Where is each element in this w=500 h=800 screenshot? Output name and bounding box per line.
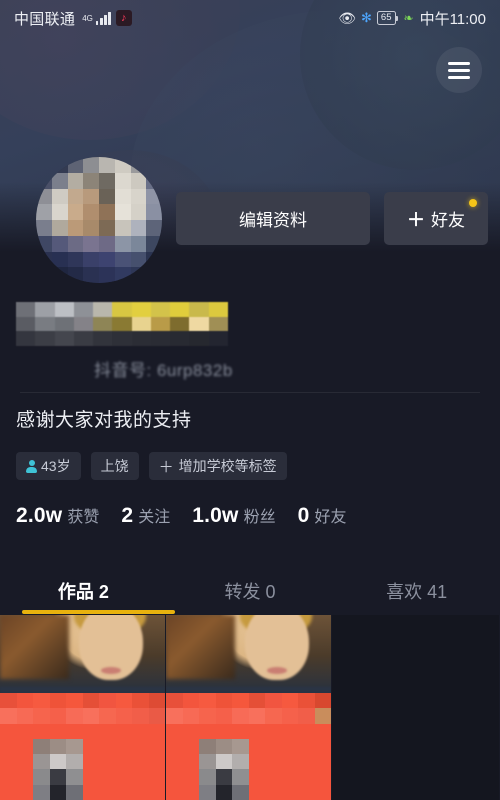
leaf-icon: ❧ <box>403 11 414 25</box>
person-icon <box>26 459 37 473</box>
tiktok-note-icon: ♪ <box>115 10 132 26</box>
thumbnail-detail <box>100 667 121 674</box>
signal-bars-icon <box>95 11 111 25</box>
stat-likes-value: 2.0w <box>16 504 63 527</box>
avatar[interactable] <box>36 157 162 283</box>
network-type-label: 4G <box>82 13 93 23</box>
profile-action-buttons: 编辑资料 ＋ 好友 <box>176 192 488 245</box>
stat-likes[interactable]: 2.0w 获赞 <box>16 503 99 528</box>
stat-friends-label: 好友 <box>314 509 347 526</box>
bluetooth-icon: ✻ <box>361 10 372 25</box>
stat-likes-label: 获赞 <box>67 509 100 526</box>
tiktok-note-glyph: ♪ <box>121 11 127 24</box>
stat-friends-value: 0 <box>297 504 310 527</box>
eye-protection-icon: 👁 <box>338 9 357 26</box>
stat-friends[interactable]: 0 好友 <box>298 503 347 528</box>
thumbnail-detail <box>266 667 287 674</box>
video-thumbnail-1[interactable] <box>0 615 166 800</box>
notification-dot-badge <box>469 199 477 207</box>
video-grid-empty-slot <box>332 615 500 800</box>
stat-fans[interactable]: 1.0w 粉丝 <box>192 503 275 528</box>
status-bar: 中国联通 4G ♪ 👁 ✻ 65 ❧ 中午11:00 <box>0 0 500 36</box>
stat-following-value: 2 <box>121 504 134 527</box>
stat-fans-value: 1.0w <box>192 504 239 527</box>
active-tab-indicator <box>22 610 175 614</box>
thumbnail-redaction-overlay <box>0 693 165 800</box>
profile-name-block: 抖音号: 6urp832b <box>16 302 236 380</box>
tag-location[interactable]: 上饶 <box>90 452 139 480</box>
clock-label: 中午11:00 <box>419 10 486 28</box>
status-bar-left: 中国联通 4G ♪ <box>14 8 132 29</box>
add-friend-label: 好友 <box>431 211 465 230</box>
profile-tags: 43岁 上饶 ＋ 增加学校等标签 <box>16 452 287 480</box>
tab-works[interactable]: 作品 2 <box>0 566 167 616</box>
tag-location-label: 上饶 <box>100 458 129 474</box>
tab-reposts[interactable]: 转发 0 <box>167 566 334 616</box>
douyin-handle: 抖音号: 6urp832b <box>94 361 233 380</box>
video-grid <box>0 615 500 800</box>
add-friend-button[interactable]: ＋ 好友 <box>384 192 488 245</box>
tag-add-school-label: 增加学校等标签 <box>178 458 277 474</box>
plus-icon: ＋ <box>407 209 425 230</box>
tag-age[interactable]: 43岁 <box>16 452 81 480</box>
redaction-pixels <box>166 693 331 800</box>
video-thumbnail-2[interactable] <box>166 615 332 800</box>
stat-following[interactable]: 2 关注 <box>121 503 170 528</box>
edit-profile-button[interactable]: 编辑资料 <box>176 192 370 245</box>
tab-likes[interactable]: 喜欢 41 <box>333 566 500 616</box>
avatar-pixelated-content <box>36 157 162 283</box>
tag-age-label: 43岁 <box>41 458 71 474</box>
thumbnail-background <box>0 615 70 679</box>
battery-indicator: 65 <box>376 11 398 25</box>
thumbnail-redaction-overlay <box>166 693 331 800</box>
stat-following-label: 关注 <box>138 509 171 526</box>
profile-stats: 2.0w 获赞 2 关注 1.0w 粉丝 0 好友 <box>16 503 347 528</box>
douyin-profile-screen: 中国联通 4G ♪ 👁 ✻ 65 ❧ 中午11:00 编辑资料 ＋ 好友 抖音号… <box>0 0 500 800</box>
display-name-redacted <box>16 302 228 346</box>
status-bar-right: 👁 ✻ 65 ❧ 中午11:00 <box>338 8 486 29</box>
plus-icon: ＋ <box>158 458 174 476</box>
profile-bio[interactable]: 感谢大家对我的支持 <box>16 405 192 432</box>
tag-add-school[interactable]: ＋ 增加学校等标签 <box>148 452 287 480</box>
hamburger-menu-icon[interactable] <box>436 47 482 93</box>
profile-tabs: 作品 2 转发 0 喜欢 41 <box>0 566 500 616</box>
edit-profile-label: 编辑资料 <box>239 211 307 230</box>
section-divider <box>20 392 480 393</box>
thumbnail-background <box>166 615 236 679</box>
carrier-label: 中国联通 <box>14 10 76 28</box>
redaction-pixels <box>0 693 165 800</box>
stat-fans-label: 粉丝 <box>243 509 276 526</box>
